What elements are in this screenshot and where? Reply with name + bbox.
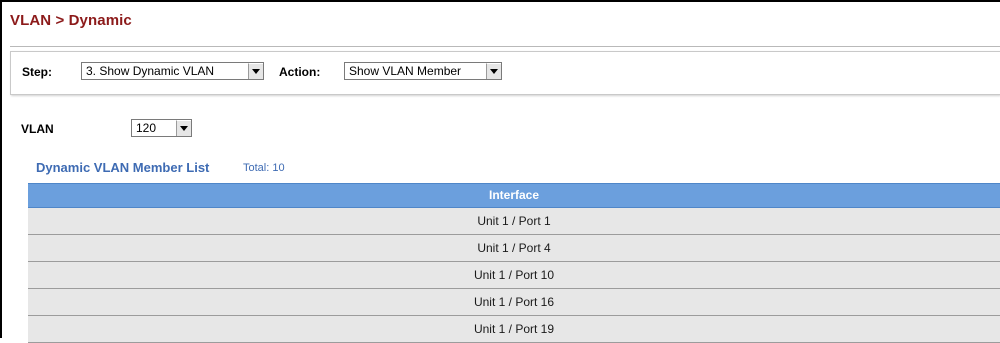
chevron-down-icon[interactable] xyxy=(248,63,263,79)
step-select-value: 3. Show Dynamic VLAN xyxy=(86,64,215,78)
chevron-down-icon[interactable] xyxy=(176,120,191,136)
member-list-title: Dynamic VLAN Member List xyxy=(36,160,210,175)
chevron-down-icon[interactable] xyxy=(486,63,501,79)
vlan-select[interactable]: 120 xyxy=(131,119,192,137)
vlan-select-value: 120 xyxy=(136,121,157,135)
page-title: VLAN > Dynamic xyxy=(10,12,132,29)
action-select-value: Show VLAN Member xyxy=(349,64,462,78)
table-row: Unit 1 / Port 4 xyxy=(28,235,1000,262)
table-row: Unit 1 / Port 1 xyxy=(28,208,1000,235)
member-table: Interface Unit 1 / Port 1 Unit 1 / Port … xyxy=(28,183,1000,343)
step-select[interactable]: 3. Show Dynamic VLAN xyxy=(81,62,264,80)
step-label: Step: xyxy=(22,65,52,79)
table-row: Unit 1 / Port 10 xyxy=(28,262,1000,289)
action-select[interactable]: Show VLAN Member xyxy=(344,62,502,80)
vlan-label: VLAN xyxy=(21,122,54,136)
table-row: Unit 1 / Port 16 xyxy=(28,289,1000,316)
action-label: Action: xyxy=(279,65,321,79)
member-list-total: Total: 10 xyxy=(243,162,285,174)
column-header-interface: Interface xyxy=(28,183,1000,208)
title-divider xyxy=(10,46,1000,47)
table-row: Unit 1 / Port 19 xyxy=(28,316,1000,343)
main-frame: VLAN > Dynamic Step: 3. Show Dynamic VLA… xyxy=(0,0,1000,343)
step-action-panel: Step: 3. Show Dynamic VLAN Action: Show … xyxy=(10,51,1000,95)
